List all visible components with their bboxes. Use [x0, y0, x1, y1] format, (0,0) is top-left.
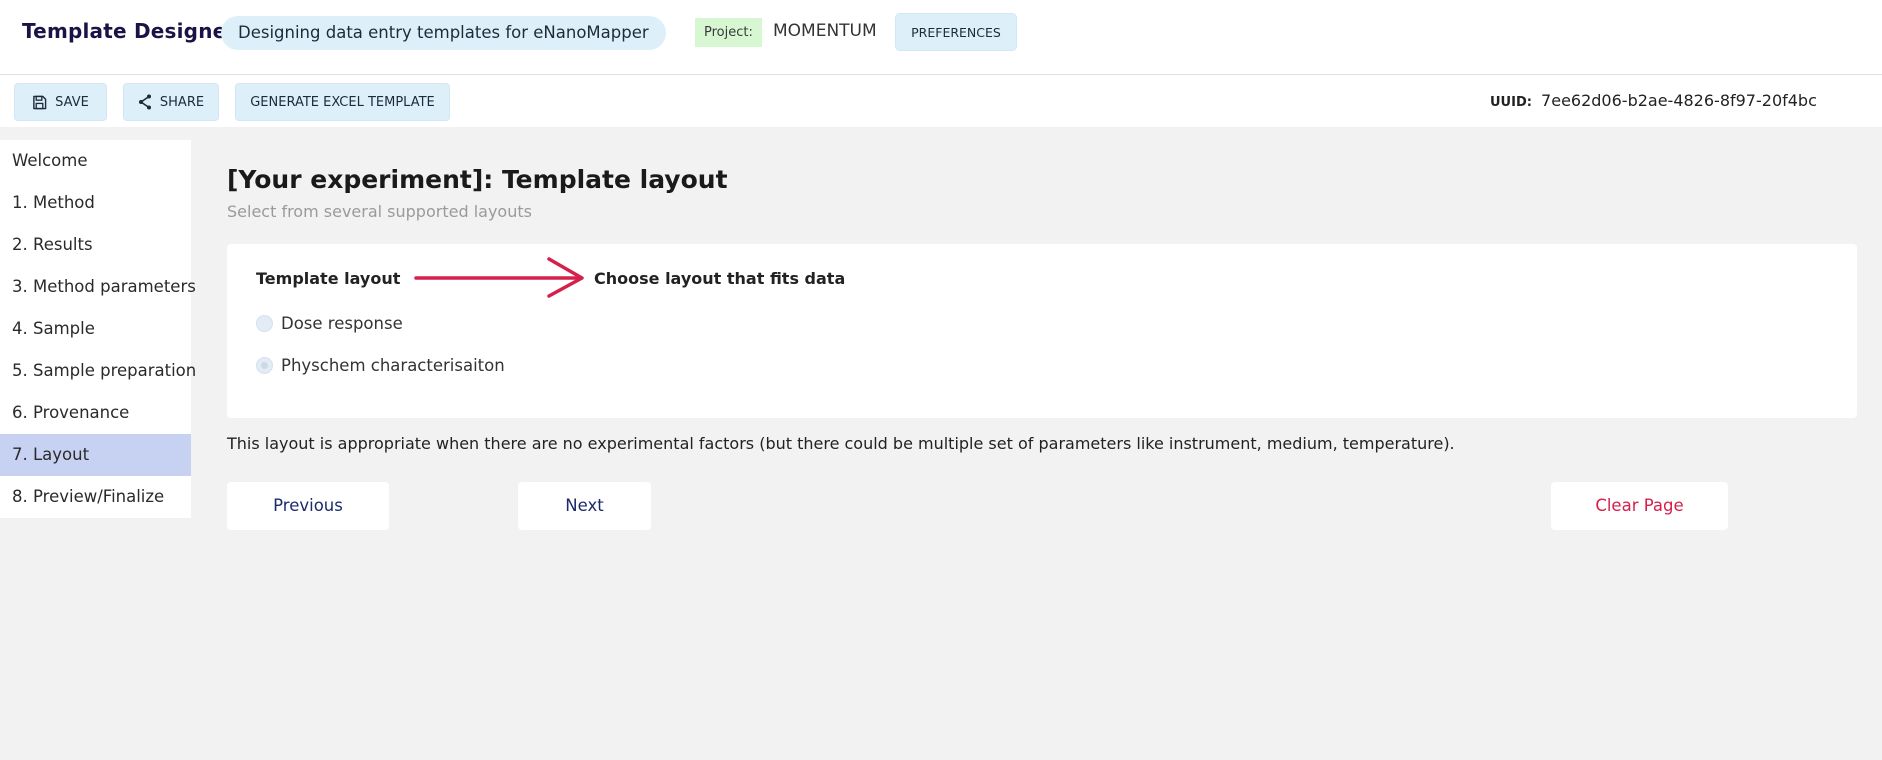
save-icon: [32, 95, 47, 110]
page-title: [Your experiment]: Template layout: [227, 165, 728, 194]
next-button[interactable]: Next: [518, 482, 651, 530]
preferences-button[interactable]: PREFERENCES: [895, 13, 1017, 51]
sidebar-item-sample-preparation[interactable]: 5. Sample preparation: [0, 350, 196, 392]
page-subtitle: Select from several supported layouts: [227, 202, 532, 221]
radio-button[interactable]: [256, 357, 273, 374]
project-label: Project:: [695, 18, 762, 47]
sidebar-item-method-parameters[interactable]: 3. Method parameters: [0, 266, 196, 308]
template-layout-label: Template layout: [256, 269, 401, 288]
app-title: Template Designer: [22, 19, 237, 43]
layout-description: This layout is appropriate when there ar…: [227, 434, 1455, 453]
sidebar-item-welcome[interactable]: Welcome: [0, 140, 191, 182]
uuid-value: 7ee62d06-b2ae-4826-8f97-20f4bc: [1541, 91, 1817, 110]
clear-page-button[interactable]: Clear Page: [1551, 482, 1728, 530]
save-label: SAVE: [55, 94, 89, 110]
share-icon: [138, 94, 152, 110]
sidebar-item-provenance[interactable]: 6. Provenance: [0, 392, 191, 434]
sidebar-item-preview-finalize[interactable]: 8. Preview/Finalize: [0, 476, 191, 518]
previous-button[interactable]: Previous: [227, 482, 389, 530]
sidebar-nav: Welcome 1. Method 2. Results 3. Method p…: [0, 140, 196, 518]
layout-hint: Choose layout that fits data: [594, 269, 846, 288]
sidebar-item-sample[interactable]: 4. Sample: [0, 308, 191, 350]
app-header: Template Designer Designing data entry t…: [0, 0, 1882, 75]
radio-label: Dose response: [281, 314, 403, 333]
sidebar-item-results[interactable]: 2. Results: [0, 224, 191, 266]
share-button[interactable]: SHARE: [123, 83, 219, 121]
toolbar: SAVE SHARE GENERATE EXCEL TEMPLATE UUID:…: [0, 75, 1882, 127]
radio-label: Physchem characterisaiton: [281, 356, 505, 375]
tagline-chip: Designing data entry templates for eNano…: [221, 16, 666, 50]
sidebar-item-method[interactable]: 1. Method: [0, 182, 191, 224]
layout-card: Template layout Choose layout that fits …: [227, 244, 1857, 418]
generate-excel-label: GENERATE EXCEL TEMPLATE: [250, 94, 435, 110]
uuid-display: UUID: 7ee62d06-b2ae-4826-8f97-20f4bc: [1490, 91, 1817, 110]
share-label: SHARE: [159, 94, 205, 110]
uuid-label: UUID:: [1490, 95, 1532, 110]
generate-excel-button[interactable]: GENERATE EXCEL TEMPLATE: [235, 83, 450, 121]
radio-dose-response[interactable]: Dose response: [256, 314, 403, 333]
project-name: MOMENTUM: [773, 21, 877, 41]
radio-button[interactable]: [256, 315, 273, 332]
arrow-right-icon: [414, 254, 589, 303]
sidebar-item-layout[interactable]: 7. Layout: [0, 434, 191, 476]
radio-physchem[interactable]: Physchem characterisaiton: [256, 356, 505, 375]
save-button[interactable]: SAVE: [14, 83, 107, 121]
